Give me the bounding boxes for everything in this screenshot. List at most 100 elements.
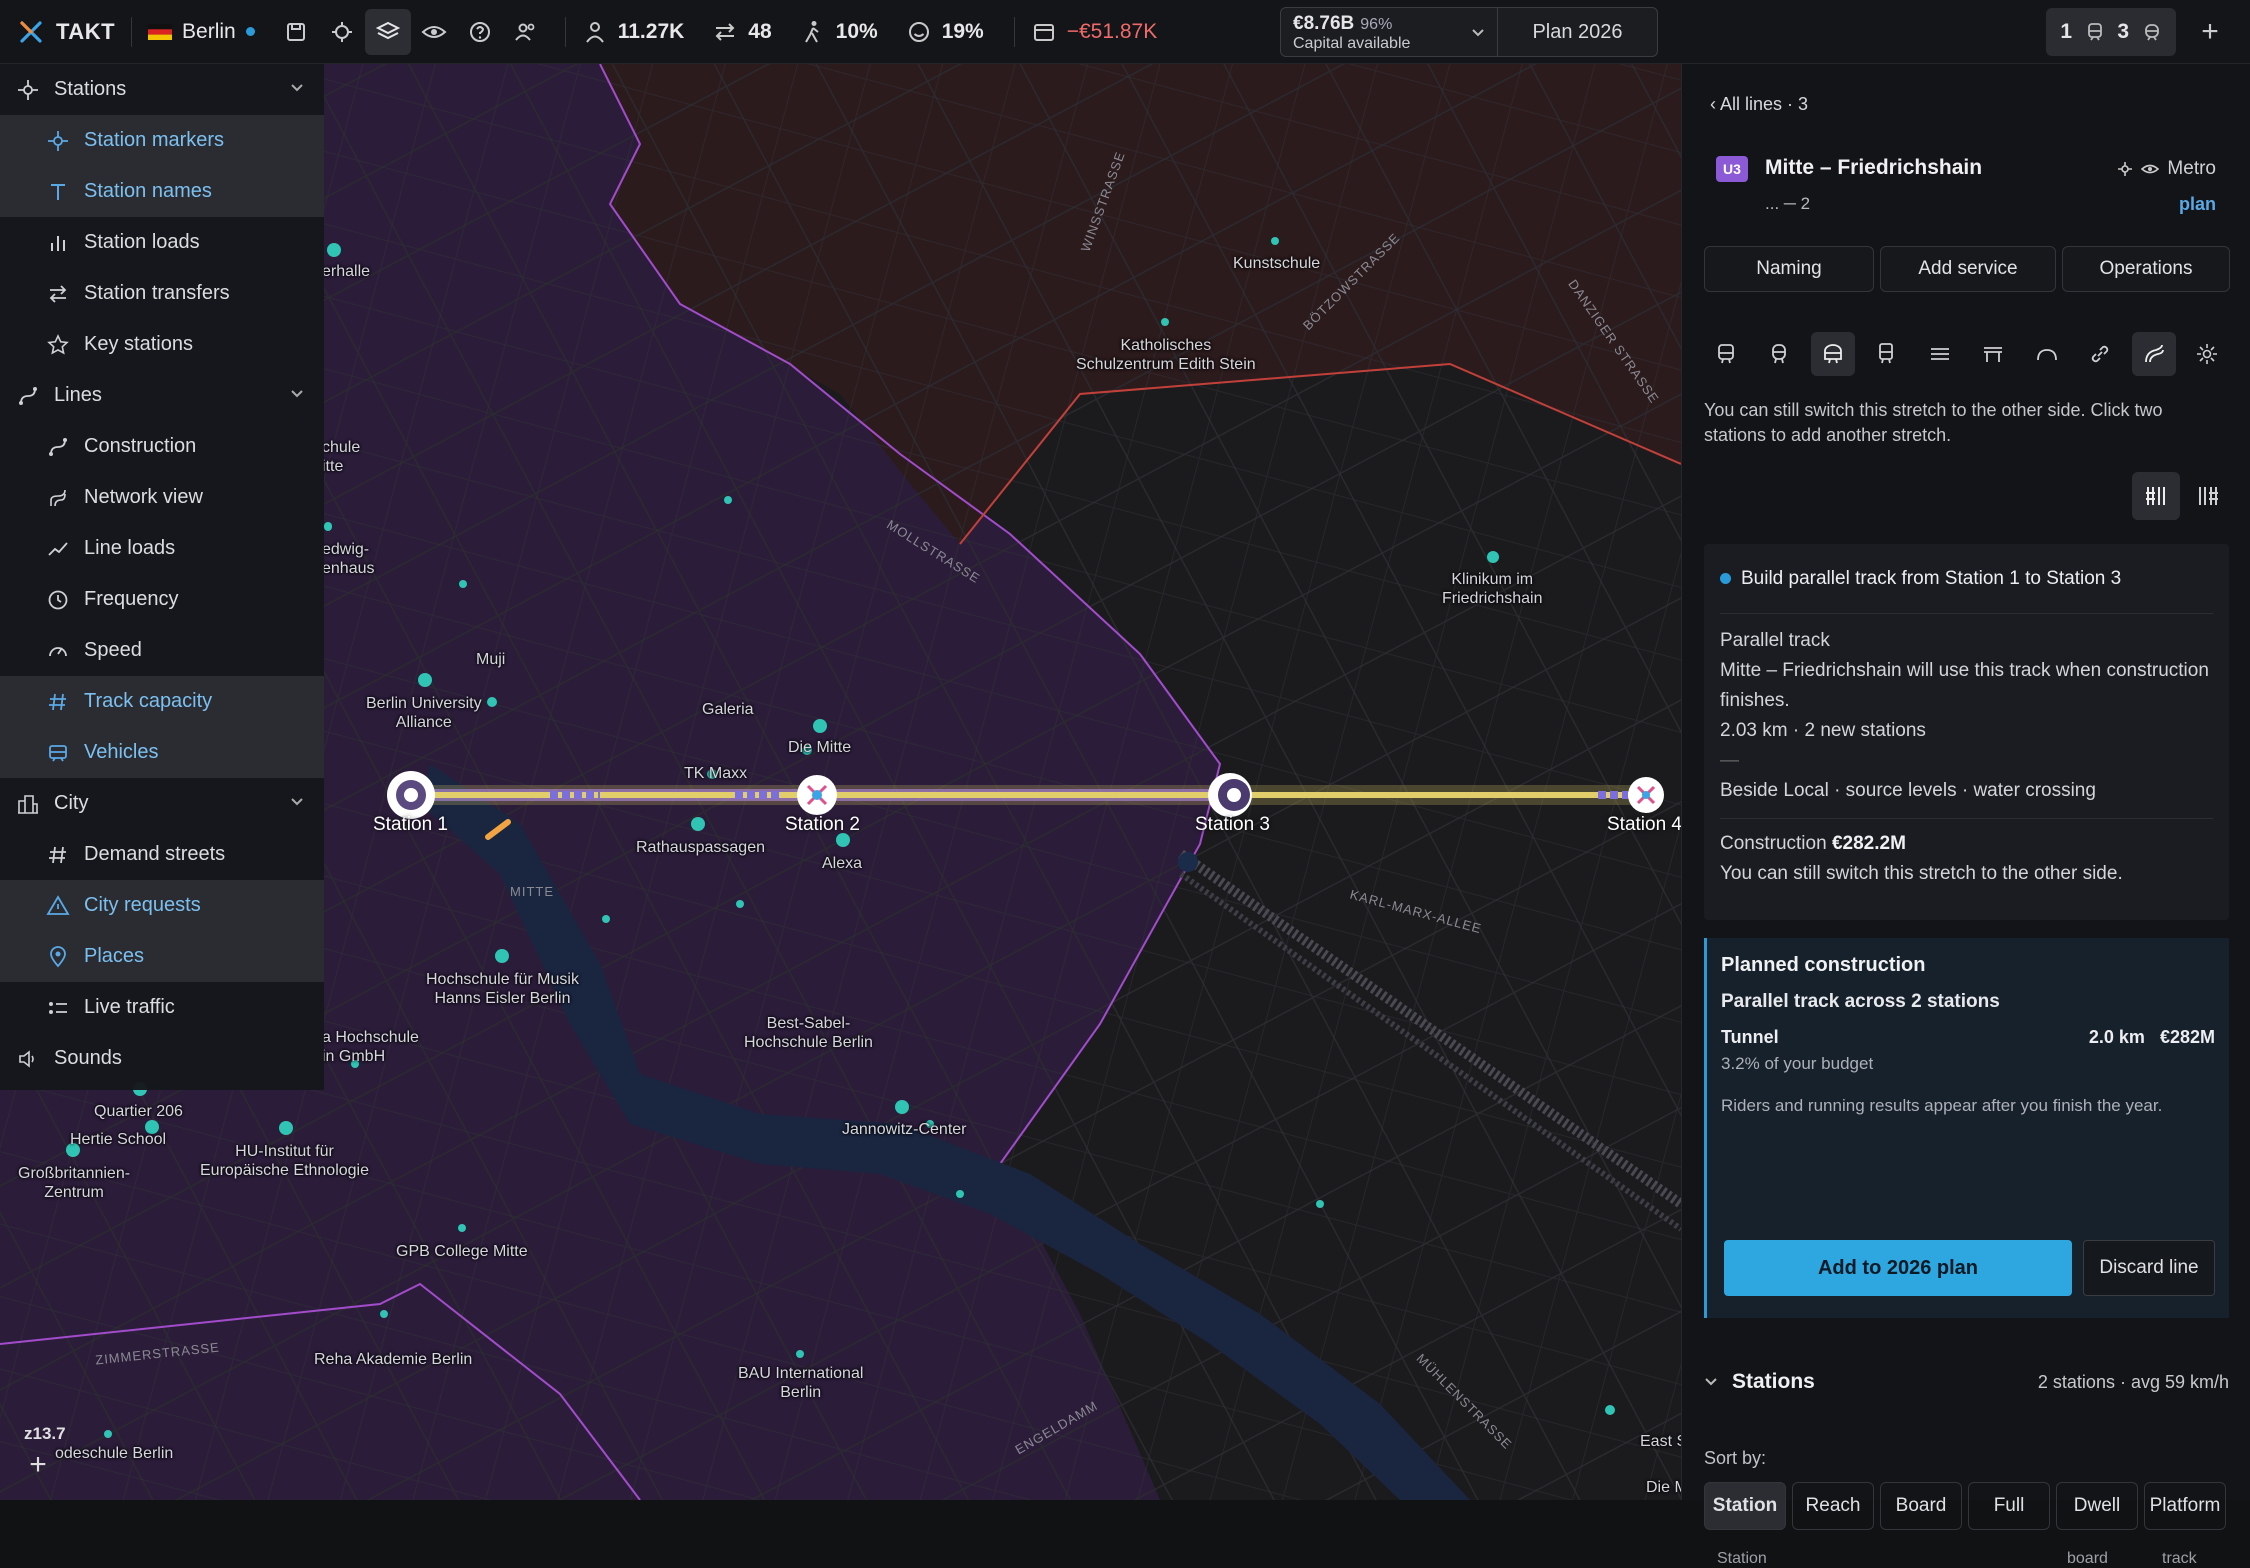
- text-icon: [51, 183, 65, 200]
- station-marker-3[interactable]: [1208, 773, 1252, 817]
- sort-dwell[interactable]: Dwell: [2056, 1482, 2138, 1530]
- layer-live-traffic[interactable]: Live traffic: [0, 982, 324, 1033]
- riders-stat[interactable]: 11.27K: [582, 10, 684, 54]
- tab-naming[interactable]: Naming: [1704, 246, 1874, 292]
- sort-board[interactable]: Board: [1880, 1482, 1962, 1530]
- group-city[interactable]: City: [0, 778, 324, 829]
- layer-places[interactable]: Places: [0, 931, 324, 982]
- layer-demand-streets[interactable]: Demand streets: [0, 829, 324, 880]
- line-badge: U3: [1716, 156, 1748, 182]
- place-label: Quartier 206: [94, 1103, 183, 1120]
- place-label: Galeria: [702, 701, 754, 718]
- metro-tool[interactable]: [1810, 332, 1855, 376]
- discard-line-button[interactable]: Discard line: [2083, 1240, 2215, 1296]
- people-button[interactable]: [503, 9, 549, 55]
- sort-platform[interactable]: Platform: [2144, 1482, 2226, 1530]
- tunnel-tool[interactable]: [2025, 332, 2069, 376]
- station-marker-2[interactable]: [797, 775, 837, 815]
- group-stations[interactable]: Stations: [0, 64, 324, 115]
- add-button[interactable]: +: [2190, 12, 2230, 52]
- warning-icon: [46, 894, 70, 915]
- station-label-1[interactable]: Station 1: [373, 814, 448, 836]
- layer-station-loads[interactable]: Station loads: [0, 217, 324, 268]
- tracks-tool[interactable]: [1918, 332, 1962, 376]
- satisfaction-stat[interactable]: 19%: [906, 10, 984, 54]
- right-side-button[interactable]: [2184, 472, 2232, 520]
- layer-station-names[interactable]: Station names: [0, 166, 324, 217]
- station-marker-4[interactable]: [1628, 777, 1664, 813]
- walking-icon: [804, 20, 819, 42]
- station-marker-1[interactable]: [387, 771, 435, 819]
- group-sounds[interactable]: Sounds: [0, 1033, 324, 1084]
- all-lines-link[interactable]: ‹ All lines · 3: [1710, 94, 1808, 115]
- top-bar: TAKT Berlin 11.27K 48 10% 19% −€51.87K €…: [0, 0, 2250, 64]
- bridge-tool[interactable]: [1971, 332, 2015, 376]
- balance-stat[interactable]: −€51.87K: [1031, 10, 1157, 54]
- layers-button[interactable]: [364, 8, 411, 55]
- layer-station-markers[interactable]: Station markers: [0, 115, 324, 166]
- station-label-2[interactable]: Station 2: [785, 814, 860, 836]
- layer-track-capacity[interactable]: Track capacity: [0, 676, 324, 727]
- layer-construction[interactable]: Construction: [0, 421, 324, 472]
- sort-reach[interactable]: Reach: [1792, 1482, 1874, 1530]
- zoom-out-button[interactable]: −: [20, 1490, 56, 1500]
- place-label: Jannowitz-Center: [842, 1121, 967, 1138]
- sort-full[interactable]: Full: [1968, 1482, 2050, 1530]
- layer-network-view[interactable]: Network view: [0, 472, 324, 523]
- app-logo[interactable]: TAKT: [18, 10, 115, 54]
- layer-city-requests[interactable]: City requests: [0, 880, 324, 931]
- locate-button[interactable]: [319, 9, 365, 55]
- sort-station[interactable]: Station: [1704, 1482, 1786, 1530]
- layer-key-stations[interactable]: Key stations: [0, 319, 324, 370]
- plan-link[interactable]: plan: [2179, 194, 2216, 215]
- group-lines[interactable]: Lines: [0, 370, 324, 421]
- route-icon: [49, 437, 67, 456]
- visibility-button[interactable]: [411, 9, 457, 55]
- rail-tool[interactable]: [1864, 332, 1908, 376]
- transfers-stat[interactable]: 48: [712, 10, 772, 54]
- zoom-in-button[interactable]: +: [20, 1448, 56, 1484]
- bus-tool[interactable]: [1704, 332, 1748, 376]
- layer-speed[interactable]: Speed: [0, 625, 324, 676]
- save-icon: [286, 22, 305, 41]
- zoom-level: z13.7: [24, 1424, 66, 1443]
- capital-dropdown[interactable]: €8.76B 96% Capital available: [1280, 7, 1498, 57]
- layer-vehicles[interactable]: Vehicles: [0, 727, 324, 778]
- station-label-3[interactable]: Station 3: [1195, 814, 1270, 836]
- stations-section-header[interactable]: Stations 2 stations · avg 59 km/h: [1704, 1370, 2229, 1394]
- walk-share-stat[interactable]: 10%: [800, 10, 878, 54]
- link-tool[interactable]: [2078, 332, 2122, 376]
- place-label: odeschule Berlin: [55, 1445, 174, 1462]
- hash-icon: [49, 693, 66, 710]
- save-button[interactable]: [273, 9, 319, 55]
- line-mode[interactable]: Metro: [2117, 158, 2216, 180]
- tram-tool[interactable]: [1757, 332, 1801, 376]
- city-selector[interactable]: Berlin: [148, 10, 255, 54]
- tab-operations[interactable]: Operations: [2062, 246, 2230, 292]
- help-button[interactable]: [457, 9, 503, 55]
- layers-sidebar: Stations Station markers Station names S…: [0, 64, 324, 1090]
- route-icon: [19, 386, 37, 405]
- bus-icon: [1718, 344, 1734, 364]
- layer-line-loads[interactable]: Line loads: [0, 523, 324, 574]
- planned-sub: Parallel track across 2 stations: [1721, 991, 2000, 1012]
- place-label: Best-Sabel- Hochschule Berlin: [744, 1015, 873, 1051]
- station-label-4[interactable]: Station 4: [1607, 814, 1681, 836]
- eye-icon: [421, 25, 447, 38]
- add-to-plan-button[interactable]: Add to 2026 plan: [1724, 1240, 2072, 1296]
- counters[interactable]: 1 3: [2046, 8, 2176, 56]
- chevron-down-icon: [291, 390, 303, 398]
- pin-icon: [50, 945, 66, 967]
- settings-tool[interactable]: [2185, 332, 2229, 376]
- parallel-track-tool[interactable]: [2131, 332, 2176, 376]
- layer-station-transfers[interactable]: Station transfers: [0, 268, 324, 319]
- layer-label: Station loads: [84, 231, 200, 253]
- plan-button[interactable]: Plan 2026: [1498, 7, 1658, 57]
- app-name: TAKT: [56, 18, 116, 44]
- left-side-button[interactable]: [2132, 472, 2180, 520]
- tab-add-service[interactable]: Add service: [1880, 246, 2056, 292]
- build-heading: Build parallel track from Station 1 to S…: [1741, 567, 2122, 589]
- line-title[interactable]: Mitte – Friedrichshain: [1765, 156, 1982, 180]
- group-label: Sounds: [54, 1047, 122, 1069]
- layer-frequency[interactable]: Frequency: [0, 574, 324, 625]
